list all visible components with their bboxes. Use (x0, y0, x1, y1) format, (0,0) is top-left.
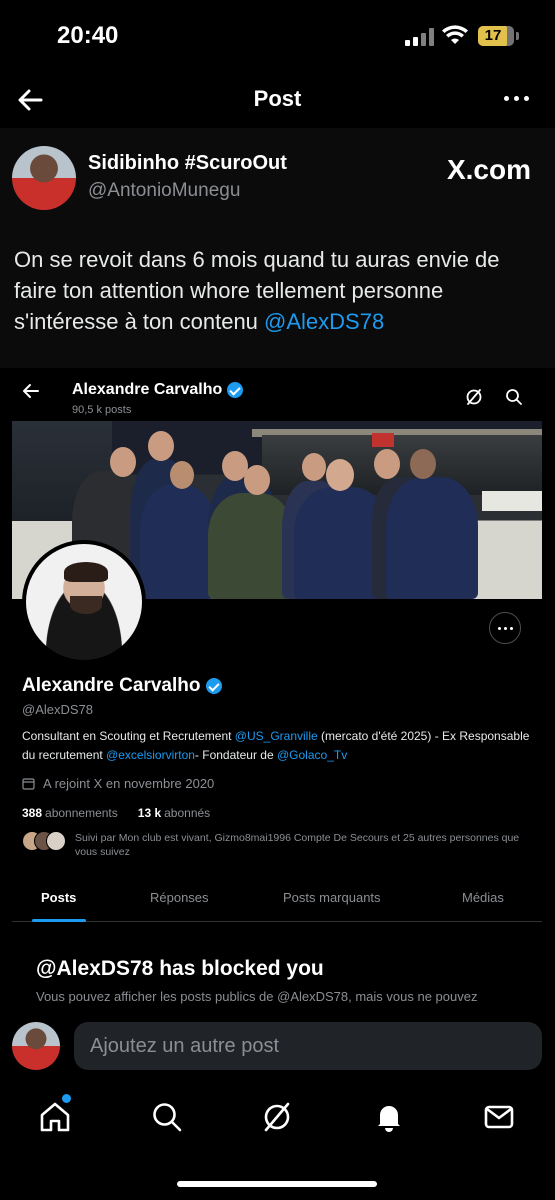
messages-icon[interactable] (482, 1100, 516, 1134)
reply-input[interactable] (74, 1022, 542, 1070)
embed-profile-handle: @AlexDS78 (22, 702, 94, 717)
grok-icon[interactable] (260, 1100, 294, 1134)
mention-link[interactable]: @AlexDS78 (264, 309, 384, 334)
embed-top-name: Alexandre Carvalho (72, 381, 244, 399)
tab-highlights: Posts marquants (283, 890, 381, 905)
embed-profile-tabs: Posts Réponses Posts marquants Médias (12, 878, 542, 922)
search-icon (506, 389, 522, 405)
blocked-title: @AlexDS78 has blocked you (36, 957, 324, 980)
author-name[interactable]: Sidibinho #ScuroOut (88, 152, 287, 175)
post-text: On se revoit dans 6 mois quand tu auras … (14, 244, 544, 337)
more-horizontal-icon[interactable] (504, 96, 529, 101)
status-time: 20:40 (57, 22, 119, 49)
battery-level: 17 (484, 27, 502, 44)
tab-media: Médias (462, 890, 504, 905)
navigation-header: Post (0, 72, 555, 128)
embed-profile-bio: Consultant en Scouting et Recrutement @U… (22, 729, 530, 762)
tab-replies: Réponses (150, 890, 209, 905)
verified-badge-icon (206, 678, 223, 694)
profile-avatar (22, 540, 146, 664)
source-label: X.com (446, 154, 531, 185)
home-icon[interactable] (38, 1100, 72, 1134)
unread-dot (62, 1094, 71, 1103)
grok-icon (466, 389, 482, 405)
notifications-icon[interactable] (372, 1100, 406, 1134)
embed-post-count: 90,5 k posts (72, 404, 132, 416)
author-handle[interactable]: @AntonioMunegu (88, 180, 240, 202)
embed-follow-counts: 388 abonnements 13 k abonnés (22, 806, 211, 820)
calendar-icon (22, 778, 35, 790)
wifi-icon (442, 25, 468, 44)
embedded-profile-image[interactable]: Alexandre Carvalho 90,5 k posts Alexandr… (0, 368, 555, 1010)
post-body: On se revoit dans 6 mois quand tu auras … (14, 247, 500, 334)
post-detail: Sidibinho #ScuroOut @AntonioMunegu X.com… (0, 128, 555, 1010)
home-indicator (177, 1181, 377, 1187)
embed-followed-by: Suivi par Mon club est vivant, Gizmo8mai… (75, 832, 520, 858)
more-horizontal-icon (489, 612, 521, 644)
reply-bar (0, 1010, 555, 1082)
bottom-tab-bar (0, 1082, 555, 1200)
embed-joined-date: A rejoint X en novembre 2020 (22, 776, 214, 791)
status-bar: 20:40 17 (0, 0, 555, 72)
verified-badge-icon (227, 382, 244, 398)
page-title: Post (253, 86, 302, 111)
search-icon[interactable] (150, 1100, 184, 1134)
author-avatar[interactable] (12, 146, 76, 210)
blocked-text: Vous pouvez afficher les posts publics d… (36, 989, 478, 1004)
embed-profile-name: Alexandre Carvalho (22, 675, 223, 697)
followed-by-avatars (22, 831, 68, 851)
cellular-signal-icon (405, 28, 435, 46)
user-avatar[interactable] (12, 1022, 60, 1070)
tab-posts: Posts (41, 890, 77, 905)
back-arrow-icon (23, 384, 39, 398)
